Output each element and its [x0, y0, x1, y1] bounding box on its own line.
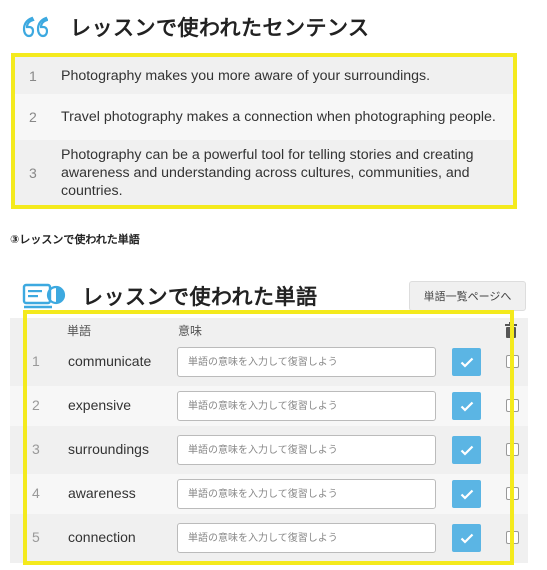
words-table-header: 単語 意味: [10, 318, 528, 342]
sentences-table: 1 Photography makes you more aware of yo…: [11, 53, 517, 209]
word-number: 3: [32, 441, 40, 457]
word-text: expensive: [68, 397, 132, 413]
meaning-input[interactable]: [177, 523, 436, 553]
word-text: connection: [68, 529, 136, 545]
meaning-input[interactable]: [177, 391, 436, 421]
meaning-input[interactable]: [177, 347, 436, 377]
checkmark-icon: [460, 533, 473, 544]
checkmark-icon: [460, 445, 473, 456]
sentence-text: Photography can be a powerful tool for t…: [61, 146, 474, 199]
save-check-button[interactable]: [452, 524, 481, 552]
delete-select-checkbox[interactable]: [506, 443, 519, 456]
word-text: surroundings: [68, 441, 149, 457]
checkmark-icon: [460, 401, 473, 412]
column-header-word: 単語: [67, 324, 92, 338]
word-row: 5 connection: [10, 518, 528, 558]
delete-select-checkbox[interactable]: [506, 531, 519, 544]
sentence-row: 1 Photography makes you more aware of yo…: [15, 57, 513, 94]
sentence-number: 2: [29, 109, 37, 125]
delete-select-checkbox[interactable]: [506, 487, 519, 500]
sentence-row: 3 Photography can be a powerful tool for…: [15, 140, 513, 205]
words-title: レッスンで使われた単語: [82, 285, 318, 309]
checkmark-icon: [460, 357, 473, 368]
vocabulary-card-icon: [22, 283, 66, 309]
sentence-number: 1: [29, 67, 37, 84]
section-sublabel: ③レッスンで使われた単語: [10, 233, 140, 246]
checkmark-icon: [460, 489, 473, 500]
word-text: communicate: [68, 353, 152, 369]
sentences-header: レッスンで使われたセンテンス: [22, 12, 370, 42]
trash-icon[interactable]: [504, 322, 518, 338]
words-header: レッスンで使われた単語: [22, 281, 317, 311]
word-number: 4: [32, 485, 40, 501]
words-table: 単語 意味 1 communicate 2 expensive 3 surrou…: [10, 318, 528, 563]
sentence-text: Photography makes you more aware of your…: [61, 67, 431, 84]
word-list-page-button[interactable]: 単語一覧ページへ: [409, 281, 526, 311]
word-row: 1 communicate: [10, 342, 528, 382]
word-text: awareness: [68, 485, 136, 501]
column-header-meaning: 意味: [178, 324, 203, 338]
delete-select-checkbox[interactable]: [506, 355, 519, 368]
save-check-button[interactable]: [452, 480, 481, 508]
word-number: 5: [32, 529, 40, 545]
sentence-text: Travel photography makes a connection wh…: [61, 109, 496, 125]
sentence-number: 3: [29, 164, 37, 181]
word-row: 4 awareness: [10, 474, 528, 514]
save-check-button[interactable]: [452, 436, 481, 464]
meaning-input[interactable]: [177, 435, 436, 465]
save-check-button[interactable]: [452, 348, 481, 376]
delete-select-checkbox[interactable]: [506, 399, 519, 412]
word-row: 3 surroundings: [10, 430, 528, 470]
save-check-button[interactable]: [452, 392, 481, 420]
sentence-row: 2 Travel photography makes a connection …: [15, 94, 513, 140]
meaning-input[interactable]: [177, 479, 436, 509]
word-row: 2 expensive: [10, 386, 528, 426]
quote-icon: [22, 16, 48, 38]
word-number: 2: [32, 397, 40, 413]
word-number: 1: [32, 353, 40, 369]
sentences-title: レッスンで使われたセンテンス: [70, 16, 370, 40]
